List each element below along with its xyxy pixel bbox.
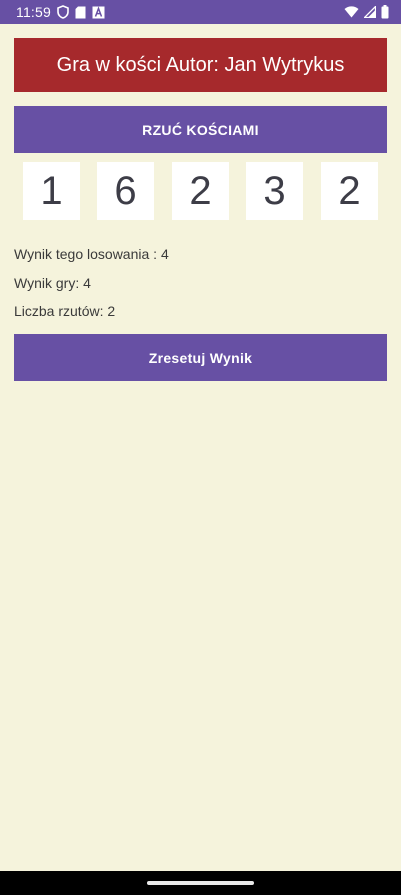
die-4: 3 [246,162,303,220]
status-bar: 11:59 [0,0,401,24]
sd-card-icon [75,6,86,19]
game-score-text: Wynik gry: 4 [14,275,91,291]
reset-score-button[interactable]: Zresetuj Wynik [14,334,387,381]
status-right [344,0,389,24]
status-time: 11:59 [16,4,51,20]
die-3: 2 [172,162,229,220]
navigation-bar [0,871,401,895]
battery-icon [381,5,389,19]
dice-row: 1 6 2 3 2 [0,162,401,220]
signal-icon [364,6,376,18]
home-gesture-handle[interactable] [147,881,254,885]
font-a-icon [92,5,105,19]
die-2: 6 [97,162,154,220]
roll-dice-button[interactable]: RZUĆ KOŚCIAMI [14,106,387,153]
wifi-icon [344,6,359,18]
app-title: Gra w kości Autor: Jan Wytrykus [14,38,387,92]
die-1: 1 [23,162,80,220]
shield-icon [57,5,69,19]
status-left: 11:59 [16,0,105,24]
throw-count-text: Liczba rzutów: 2 [14,303,116,319]
die-5: 2 [321,162,378,220]
round-score-text: Wynik tego losowania : 4 [14,246,169,262]
